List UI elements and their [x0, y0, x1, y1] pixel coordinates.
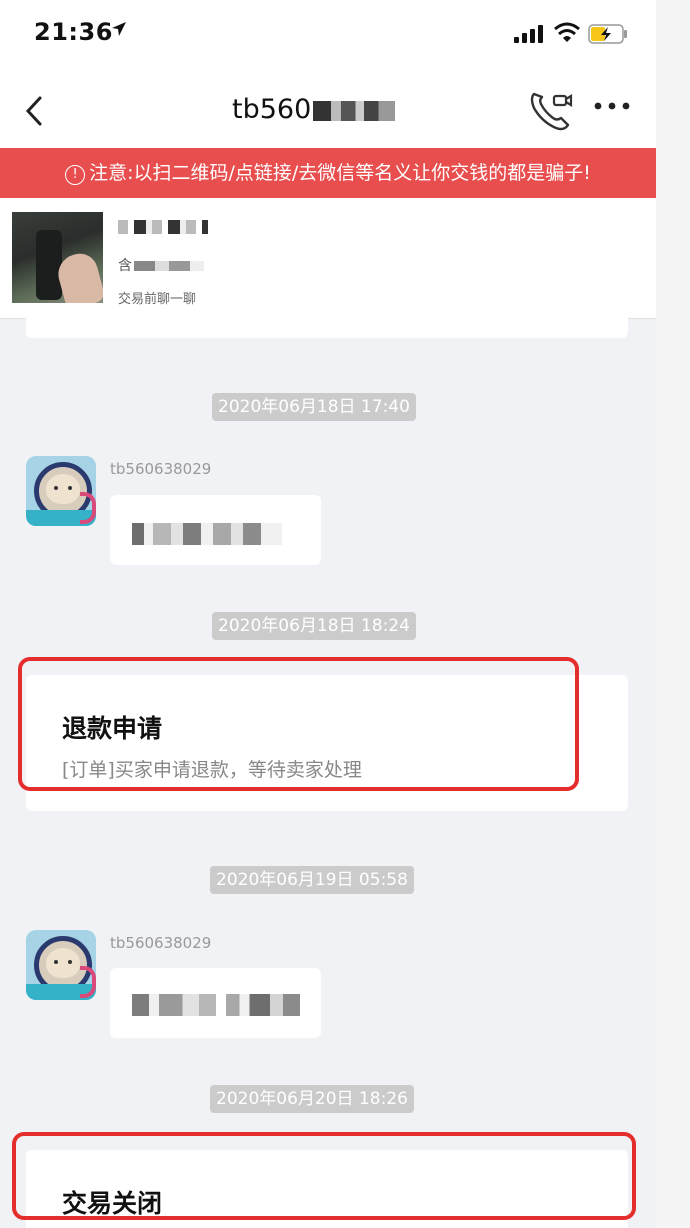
back-icon[interactable] — [22, 94, 46, 128]
product-image[interactable] — [12, 212, 103, 303]
message-bubble[interactable] — [110, 968, 321, 1038]
battery-charging-icon — [588, 24, 627, 44]
warning-text: 注意:以扫二维码/点链接/去微信等名义让你交钱的都是骗子! — [89, 162, 591, 184]
price-prefix: 含 — [118, 258, 132, 274]
previous-card-edge — [26, 318, 628, 338]
cellular-signal-icon — [514, 25, 543, 43]
background-margin — [656, 0, 690, 1228]
highlight-box — [12, 1132, 636, 1220]
location-arrow-icon — [112, 22, 126, 36]
timestamp: 2020年06月18日 18:24 — [212, 612, 416, 640]
timestamp: 2020年06月19日 05:58 — [210, 866, 414, 894]
status-bar: 21:36 — [0, 0, 656, 72]
status-time: 21:36 — [34, 18, 113, 46]
sender-name: tb560638029 — [110, 460, 212, 478]
warning-icon: ! — [65, 165, 86, 185]
sender-avatar[interactable] — [26, 456, 96, 526]
sender-avatar[interactable] — [26, 930, 96, 1000]
timestamp: 2020年06月18日 17:40 — [212, 393, 416, 421]
price-mosaic — [134, 261, 204, 271]
title-mosaic — [313, 100, 396, 121]
product-hint: 交易前聊一聊 — [118, 292, 197, 307]
timestamp: 2020年06月20日 18:26 — [210, 1085, 414, 1113]
chat-title-text: tb560 — [232, 94, 312, 125]
product-object — [36, 230, 62, 300]
chat-title: tb560 — [232, 94, 396, 125]
product-title-mosaic — [118, 220, 208, 234]
chat-screen: 21:36 tb560 ! 注意:以扫二维码/点链接/去微信等名义让你交钱的都是… — [0, 0, 656, 1228]
call-icon[interactable] — [528, 88, 574, 132]
sender-name: tb560638029 — [110, 934, 212, 952]
more-options-icon[interactable] — [592, 100, 632, 112]
chat-header: tb560 — [0, 72, 656, 148]
product-price: 含 — [118, 255, 204, 275]
message-bubble[interactable] — [110, 495, 321, 565]
product-card[interactable]: 含 交易前聊一聊 — [0, 198, 656, 319]
fraud-warning-banner: ! 注意:以扫二维码/点链接/去微信等名义让你交钱的都是骗子! — [0, 148, 656, 198]
highlight-box — [18, 657, 579, 791]
message-mosaic — [132, 994, 300, 1016]
wifi-icon — [554, 22, 580, 42]
message-mosaic — [132, 523, 282, 545]
